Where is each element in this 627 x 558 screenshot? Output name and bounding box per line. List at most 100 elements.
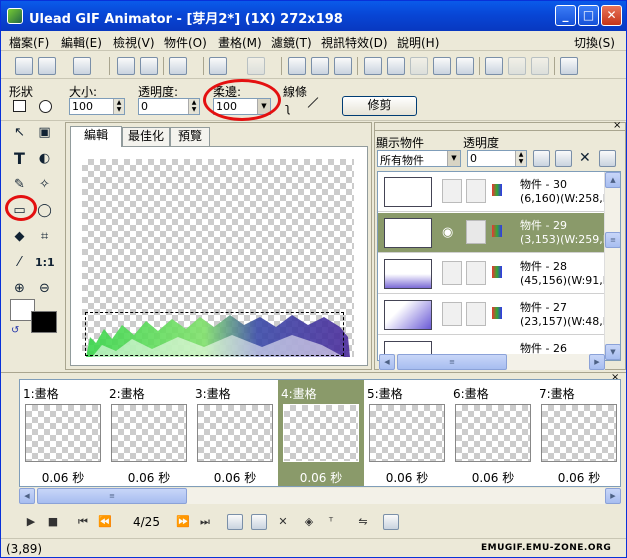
- scroll-thumb[interactable]: ≡: [397, 354, 507, 370]
- minimize-icon[interactable]: _: [555, 5, 576, 26]
- add-video-icon[interactable]: [140, 57, 158, 75]
- lock-toggle[interactable]: [466, 261, 486, 285]
- first-frame-icon[interactable]: ⏮: [75, 514, 91, 530]
- curve-line-icon[interactable]: ʅ: [285, 101, 291, 115]
- banner-text-icon[interactable]: ᵀ: [323, 514, 339, 530]
- frame-settings-icon[interactable]: [383, 514, 399, 530]
- dropdown-arrow-icon[interactable]: ▼: [447, 151, 460, 166]
- animation-canvas[interactable]: [82, 159, 354, 357]
- frame-1[interactable]: 1:畫格 0.06 秒: [20, 380, 106, 486]
- help-icon[interactable]: [560, 57, 578, 75]
- close-icon[interactable]: ✕: [601, 5, 622, 26]
- frame-panel[interactable]: 1:畫格 0.06 秒 2:畫格 0.06 秒 3:畫格 0.06 秒 4:畫格…: [19, 379, 621, 487]
- eye-icon[interactable]: ◉: [442, 225, 453, 240]
- object-properties-icon[interactable]: [599, 150, 616, 167]
- trim-button[interactable]: 修剪: [342, 96, 417, 116]
- panel-grip[interactable]: [375, 123, 625, 131]
- scroll-thumb[interactable]: ≡: [605, 232, 620, 248]
- scroll-thumb[interactable]: ≡: [37, 488, 187, 504]
- paint-bucket-icon[interactable]: ◆: [10, 227, 29, 246]
- menu-video-effects[interactable]: 視訊特效(D): [321, 34, 388, 51]
- eyedropper-icon[interactable]: ⁄: [10, 253, 29, 272]
- menu-frame[interactable]: 畫格(M): [218, 34, 262, 51]
- frame-properties-icon[interactable]: [364, 57, 382, 75]
- background-color-swatch[interactable]: [31, 311, 57, 333]
- list-item[interactable]: 物件 - 30 (6,160)(W:258,H:: [378, 172, 615, 212]
- straight-line-icon[interactable]: [307, 97, 319, 108]
- cut-icon[interactable]: [288, 57, 306, 75]
- undo-icon[interactable]: [209, 57, 227, 75]
- ellipse-shape-icon[interactable]: [39, 100, 52, 113]
- tab-preview[interactable]: 預覽: [170, 127, 210, 146]
- delete-frame-button-icon[interactable]: ✕: [275, 514, 291, 530]
- magic-wand-icon[interactable]: ✧: [35, 175, 54, 194]
- frame-5[interactable]: 5:畫格 0.06 秒: [364, 380, 450, 486]
- lock-toggle[interactable]: [466, 220, 486, 244]
- browser-preview-icon[interactable]: [485, 57, 503, 75]
- paste-icon[interactable]: [334, 57, 352, 75]
- scroll-down-icon[interactable]: ▼: [605, 344, 620, 360]
- delete-frame-icon[interactable]: [387, 57, 405, 75]
- transform-icon[interactable]: ◐: [35, 149, 54, 168]
- object-opacity-spinbox[interactable]: 0 ▲ ▼: [467, 150, 527, 167]
- frame-panel-grip[interactable]: [1, 372, 626, 377]
- next-frame-icon[interactable]: ⏩: [175, 514, 191, 530]
- spinner-arrows-icon[interactable]: ▲ ▼: [188, 99, 199, 114]
- web-icon[interactable]: [531, 57, 549, 75]
- tab-edit[interactable]: 編輯: [70, 126, 122, 147]
- stop-icon[interactable]: ■: [45, 514, 61, 530]
- menu-switch[interactable]: 切換(S): [574, 34, 615, 51]
- lasso-icon[interactable]: ◯: [35, 201, 54, 220]
- duplicate-object-icon[interactable]: [555, 150, 572, 167]
- frame-7[interactable]: 7:畫格 0.06 秒: [536, 380, 622, 486]
- object-list[interactable]: 物件 - 30 (6,160)(W:258,H: ◉ 物件 - 29 (3,15…: [377, 171, 621, 361]
- object-list-hscroll[interactable]: ◀ ≡ ▶: [379, 354, 605, 370]
- add-image-icon[interactable]: [117, 57, 135, 75]
- zoom-in-icon[interactable]: ⊕: [10, 279, 29, 298]
- marquee-select-icon[interactable]: ▣: [35, 123, 54, 142]
- spinner-arrows-icon[interactable]: ▲ ▼: [515, 151, 526, 166]
- frame-4[interactable]: 4:畫格 0.06 秒: [278, 380, 364, 486]
- object-list-scrollbar[interactable]: ▲ ≡ ▼: [604, 172, 620, 360]
- panel-close-icon[interactable]: ×: [613, 120, 621, 131]
- show-objects-combobox[interactable]: 所有物件 ▼: [377, 150, 461, 167]
- frame-2[interactable]: 2:畫格 0.06 秒: [106, 380, 192, 486]
- list-item[interactable]: ◉ 物件 - 29 (3,153)(W:259,H:: [378, 213, 615, 253]
- new-object-icon[interactable]: [533, 150, 550, 167]
- export-icon[interactable]: [456, 57, 474, 75]
- image-properties-icon[interactable]: [410, 57, 428, 75]
- tween-icon[interactable]: ◈: [301, 514, 317, 530]
- app-icon[interactable]: [7, 8, 23, 24]
- scroll-left-icon[interactable]: ◀: [19, 488, 35, 504]
- list-item[interactable]: 物件 - 28 (45,156)(W:91,H:: [378, 254, 615, 294]
- pointer-icon[interactable]: ↖: [10, 123, 29, 142]
- lock-toggle[interactable]: [466, 179, 486, 203]
- copy-icon[interactable]: [311, 57, 329, 75]
- open-folder-icon[interactable]: [38, 57, 56, 75]
- visibility-toggle[interactable]: [442, 261, 462, 285]
- spinner-arrows-icon[interactable]: ▲ ▼: [113, 99, 124, 114]
- canvas-area[interactable]: [70, 146, 368, 366]
- visibility-toggle[interactable]: [442, 302, 462, 326]
- brush-icon[interactable]: ✎: [10, 175, 29, 194]
- tab-optimize[interactable]: 最佳化: [122, 127, 170, 146]
- menu-help[interactable]: 說明(H): [397, 34, 439, 51]
- rectangle-shape-icon[interactable]: [13, 100, 26, 112]
- scroll-left-icon[interactable]: ◀: [379, 354, 395, 370]
- list-item[interactable]: 物件 - 27 (23,157)(W:48,H:: [378, 295, 615, 335]
- save-icon[interactable]: [73, 57, 91, 75]
- reverse-frames-icon[interactable]: ⇋: [355, 514, 371, 530]
- crop-icon[interactable]: ⌗: [35, 227, 54, 246]
- size-spinbox[interactable]: 100 ▲ ▼: [69, 98, 125, 115]
- menu-view[interactable]: 檢視(V): [113, 34, 155, 51]
- menu-edit[interactable]: 編輯(E): [61, 34, 102, 51]
- visibility-toggle[interactable]: [442, 179, 462, 203]
- scroll-right-icon[interactable]: ▶: [589, 354, 605, 370]
- menu-object[interactable]: 物件(O): [164, 34, 207, 51]
- tools-icon[interactable]: [433, 57, 451, 75]
- play-icon[interactable]: ▶: [23, 514, 39, 530]
- swap-colors-icon[interactable]: ↺: [11, 325, 19, 336]
- menu-filter[interactable]: 濾鏡(T): [271, 34, 312, 51]
- frame-3[interactable]: 3:畫格 0.06 秒: [192, 380, 278, 486]
- object-selection-marquee[interactable]: [85, 312, 344, 356]
